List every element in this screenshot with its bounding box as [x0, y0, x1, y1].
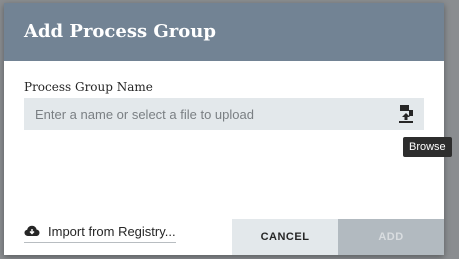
- import-from-registry-link[interactable]: Import from Registry...: [24, 221, 176, 243]
- import-from-registry-label: Import from Registry...: [48, 223, 176, 239]
- cancel-button[interactable]: CANCEL: [232, 219, 338, 255]
- browse-tooltip: Browse: [403, 137, 452, 157]
- add-process-group-dialog: Add Process Group Process Group Name Bro…: [4, 3, 452, 255]
- dialog-header: Add Process Group: [4, 3, 444, 61]
- process-group-name-input[interactable]: [24, 98, 424, 130]
- process-group-name-label: Process Group Name: [24, 80, 153, 94]
- upload-file-icon[interactable]: [395, 103, 417, 125]
- dialog-title: Add Process Group: [24, 21, 216, 42]
- cloud-download-icon: [24, 225, 40, 236]
- add-button[interactable]: ADD: [338, 219, 444, 255]
